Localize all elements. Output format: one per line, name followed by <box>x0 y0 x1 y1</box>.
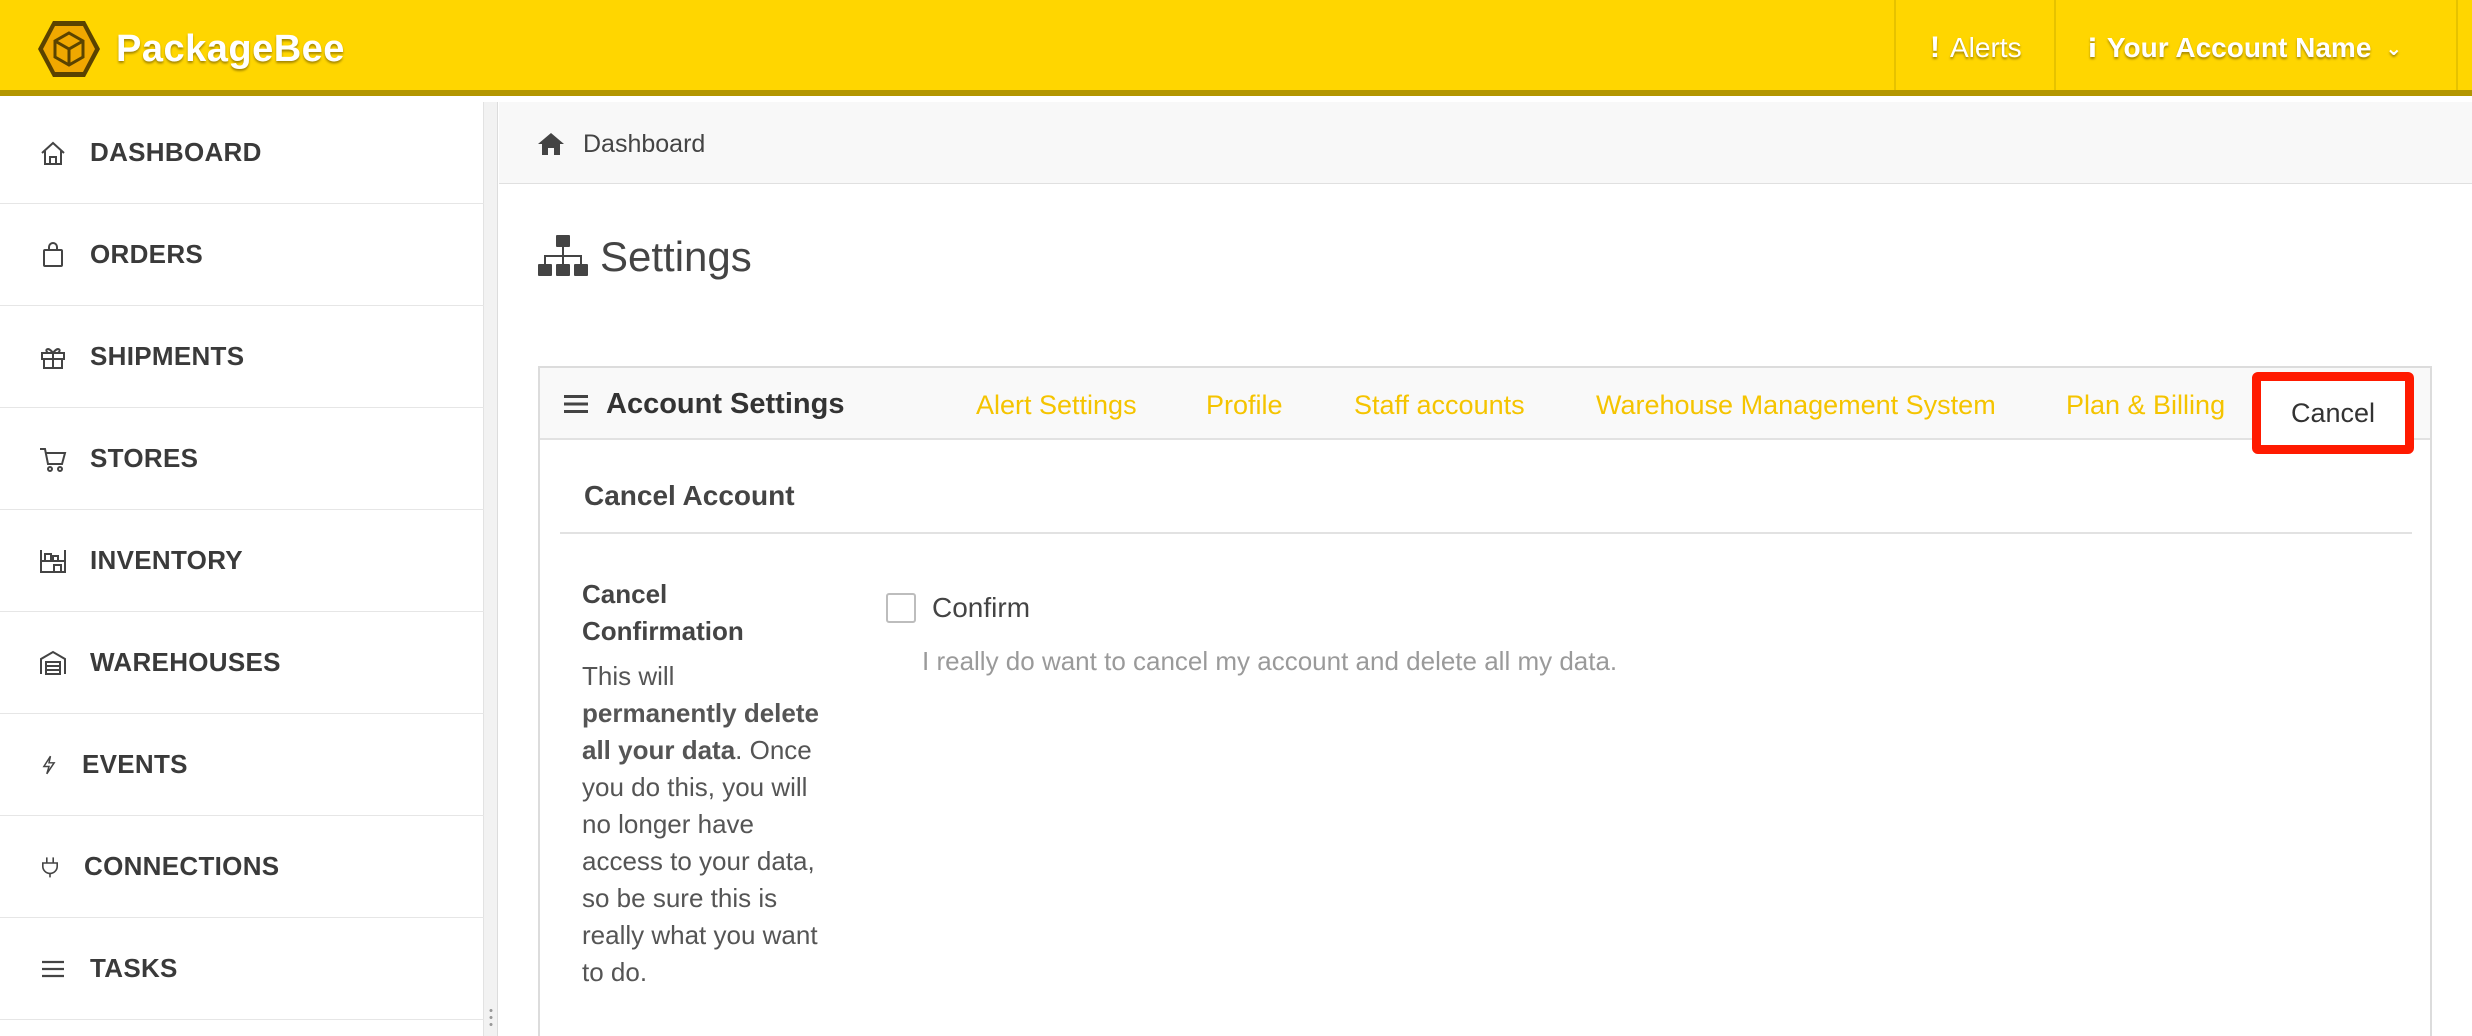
tab-plan-billing[interactable]: Plan & Billing <box>2066 390 2225 426</box>
cancel-confirmation-label: Cancel Confirmation <box>582 579 744 646</box>
header-divider <box>2456 0 2458 90</box>
sidebar-item-label: SHIPMENTS <box>90 341 245 371</box>
sitemap-icon <box>538 235 588 276</box>
account-name: Your Account Name <box>2106 32 2372 63</box>
sidebar-item-label: ORDERS <box>90 239 204 269</box>
sidebar-item-label: DASHBOARD <box>90 137 262 167</box>
sidebar-item-label: TASKS <box>90 953 178 983</box>
help-intro: This will <box>582 661 675 691</box>
section-divider <box>560 532 2412 534</box>
panel-title-text: Account Settings <box>606 387 845 420</box>
sidebar-item-tasks[interactable]: TASKS <box>0 918 484 1020</box>
app-name: PackageBee <box>116 27 345 70</box>
tab-staff-accounts[interactable]: Staff accounts <box>1354 390 1525 426</box>
sidebar-item-events[interactable]: EVENTS <box>0 714 484 816</box>
lightning-icon <box>42 755 56 774</box>
sidebar-item-label: STORES <box>90 443 199 473</box>
tab-alert-settings[interactable]: Alert Settings <box>976 390 1137 426</box>
home-icon <box>538 133 564 155</box>
chevron-down-icon: ⌄ <box>2385 37 2403 60</box>
sidebar: DASHBOARD ORDERS SHIPMENTS STORES INVENT… <box>0 102 484 1036</box>
sidebar-item-inventory[interactable]: INVENTORY <box>0 510 484 612</box>
hexagon-box-logo-icon <box>38 21 100 77</box>
breadcrumb-label: Dashboard <box>583 129 706 158</box>
sidebar-item-dashboard[interactable]: DASHBOARD <box>0 102 484 204</box>
header-divider <box>2054 0 2056 90</box>
app-logo[interactable]: PackageBee <box>36 18 345 80</box>
page-title-text: Settings <box>600 233 752 280</box>
sidebar-item-orders[interactable]: ORDERS <box>0 204 484 306</box>
home-icon <box>41 141 65 165</box>
confirm-checkbox[interactable] <box>886 593 916 623</box>
warehouse-icon <box>40 650 66 675</box>
sidebar-item-shipments[interactable]: SHIPMENTS <box>0 306 484 408</box>
sidebar-item-label: CONNECTIONS <box>84 851 280 881</box>
sidebar-item-connections[interactable]: CONNECTIONS <box>0 816 484 918</box>
confirm-checkbox-description: I really do want to cancel my account an… <box>922 646 1618 676</box>
tab-warehouse-management-system[interactable]: Warehouse Management System <box>1596 390 1996 426</box>
sidebar-resize-handle[interactable] <box>484 102 498 1036</box>
tab-cancel[interactable]: Cancel <box>2252 372 2414 454</box>
list-icon <box>42 960 64 977</box>
sidebar-item-label: EVENTS <box>82 749 188 779</box>
bag-icon <box>43 241 63 267</box>
page-title: Settings <box>538 228 752 286</box>
account-menu[interactable]: ⅰ Your Account Name ⌄ <box>2088 28 2402 68</box>
menu-icon <box>564 395 588 413</box>
breadcrumb-dashboard-link[interactable]: Dashboard <box>537 126 705 162</box>
exclamation-icon: ! <box>1930 31 1940 64</box>
confirm-checkbox-label: Confirm <box>932 592 1031 623</box>
section-title: Cancel Account <box>584 480 795 511</box>
confirm-checkbox-row[interactable]: Confirm <box>886 588 1030 628</box>
help-rest: . Once you do this, you will no longer h… <box>582 735 818 987</box>
cancel-help-text: This will permanently delete all your da… <box>582 658 822 991</box>
top-bar: PackageBee ! Alerts ⅰ Your Account Name … <box>0 0 2472 96</box>
sidebar-item-warehouses[interactable]: WAREHOUSES <box>0 612 484 714</box>
alerts-label: Alerts <box>1950 32 2022 63</box>
grip-dots-icon <box>489 1007 493 1029</box>
gift-box-icon <box>41 347 65 369</box>
panel-title: Account Settings <box>564 384 844 424</box>
info-icon: ⅰ <box>2088 32 2097 63</box>
sidebar-item-label: WAREHOUSES <box>90 647 281 677</box>
settings-tabs-bar: Account Settings Alert Settings Profile … <box>540 368 2430 440</box>
sidebar-item-label: INVENTORY <box>90 545 243 575</box>
settings-panel: Account Settings Alert Settings Profile … <box>538 366 2432 1036</box>
tab-cancel-label: Cancel <box>2290 397 2376 428</box>
plug-icon <box>42 856 58 877</box>
sidebar-item-stores[interactable]: STORES <box>0 408 484 510</box>
header-divider <box>1894 0 1896 90</box>
breadcrumb: Dashboard <box>499 102 2472 184</box>
alerts-link[interactable]: ! Alerts <box>1930 28 2022 68</box>
shelves-icon <box>40 549 66 573</box>
tab-profile[interactable]: Profile <box>1206 390 1283 426</box>
cart-icon <box>40 447 67 472</box>
